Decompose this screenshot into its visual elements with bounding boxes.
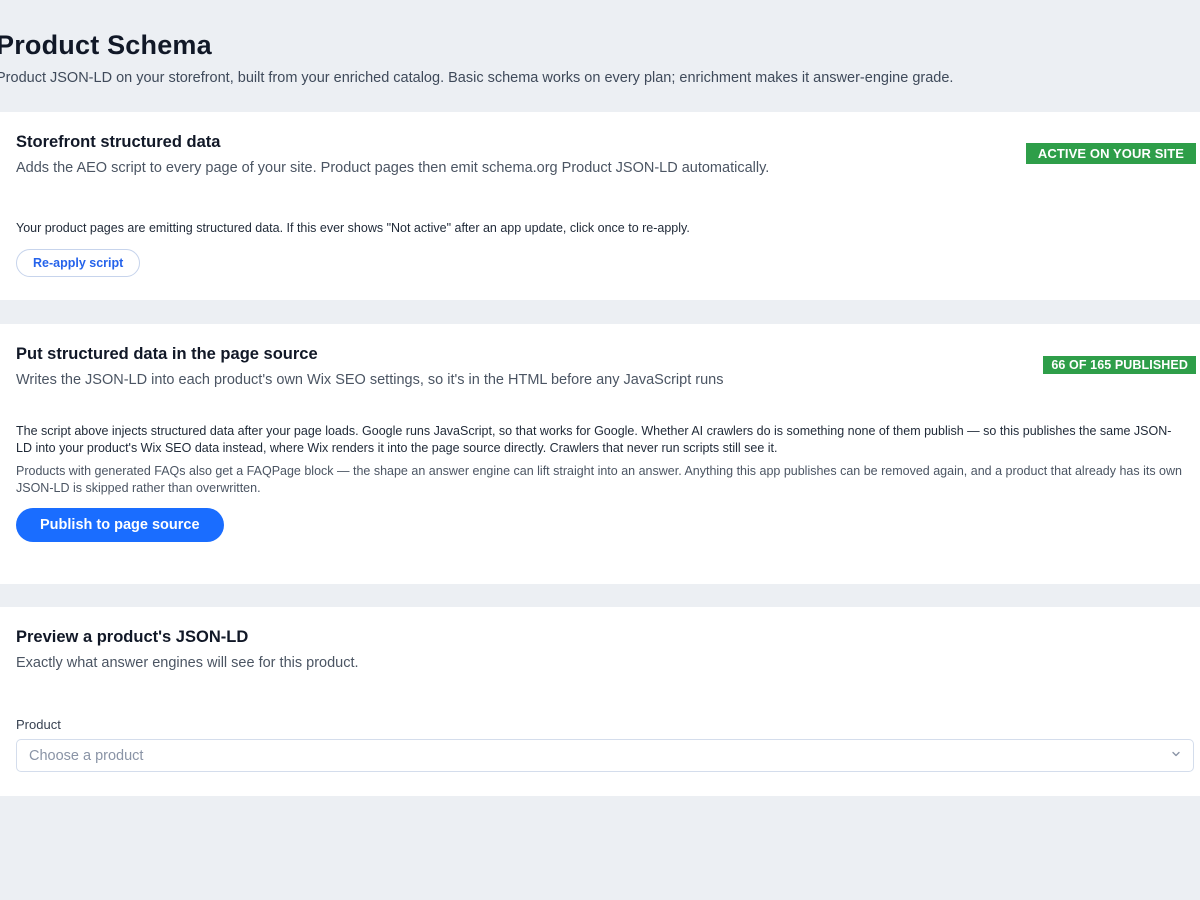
product-select[interactable]: Choose a product bbox=[16, 739, 1194, 772]
preview-card-title: Preview a product's JSON-LD bbox=[16, 628, 249, 646]
page-source-card: Put structured data in the page source W… bbox=[0, 324, 1200, 584]
storefront-status-text: Your product pages are emitting structur… bbox=[16, 221, 690, 235]
preview-card: Preview a product's JSON-LD Exactly what… bbox=[0, 607, 1200, 796]
publish-to-page-source-button[interactable]: Publish to page source bbox=[16, 508, 224, 542]
product-schema-page: Product Schema Product JSON-LD on your s… bbox=[0, 0, 1200, 900]
product-select-placeholder: Choose a product bbox=[29, 748, 144, 764]
page-source-paragraph-2: Products with generated FAQs also get a … bbox=[16, 464, 1182, 495]
page-source-paragraph-1: The script above injects structured data… bbox=[16, 424, 1172, 455]
storefront-card-description: Adds the AEO script to every page of you… bbox=[16, 160, 770, 176]
active-status-badge: ACTIVE ON YOUR SITE bbox=[1025, 143, 1196, 164]
preview-card-description: Exactly what answer engines will see for… bbox=[16, 655, 359, 671]
chevron-down-icon bbox=[1172, 751, 1180, 757]
page-title: Product Schema bbox=[0, 30, 212, 60]
storefront-card: Storefront structured data Adds the AEO … bbox=[0, 112, 1200, 300]
page-source-card-description: Writes the JSON-LD into each product's o… bbox=[16, 372, 724, 388]
page-header: Product Schema Product JSON-LD on your s… bbox=[0, 30, 1196, 86]
page-subtitle: Product JSON-LD on your storefront, buil… bbox=[0, 70, 954, 86]
reapply-script-button[interactable]: Re-apply script bbox=[16, 249, 141, 277]
page-source-card-title: Put structured data in the page source bbox=[16, 345, 318, 363]
product-field-label: Product bbox=[16, 717, 61, 732]
storefront-card-title: Storefront structured data bbox=[16, 133, 221, 151]
published-count-badge: 66 OF 165 PUBLISHED bbox=[1043, 356, 1196, 374]
